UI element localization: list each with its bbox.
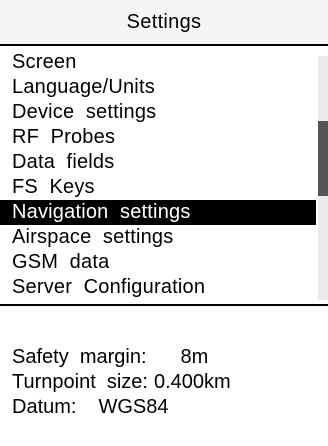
datum-row: Datum: WGS84 <box>12 395 231 420</box>
menu-item-airspace-settings[interactable]: Airspace settings <box>0 225 316 250</box>
settings-menu: Screen Language/Units Device settings RF… <box>0 50 316 302</box>
menu-item-rf-probes[interactable]: RF Probes <box>0 125 316 150</box>
title-bar: Settings <box>0 0 328 46</box>
datum-label: Datum: <box>12 396 77 418</box>
datum-value: WGS84 <box>98 396 169 418</box>
menu-item-navigation-settings[interactable]: Navigation settings <box>0 200 316 225</box>
page-title: Settings <box>126 11 202 33</box>
turnpoint-size-value: 0.400km <box>154 371 231 393</box>
scrollbar-thumb[interactable] <box>318 121 328 196</box>
menu-item-language-units[interactable]: Language/Units <box>0 75 316 100</box>
safety-margin-value: 8m <box>180 346 209 368</box>
turnpoint-size-label: Turnpoint size: <box>12 371 148 393</box>
menu-item-gsm-data[interactable]: GSM data <box>0 250 316 275</box>
menu-item-screen[interactable]: Screen <box>0 50 316 75</box>
safety-margin-row: Safety margin: 8m <box>12 345 231 370</box>
menu-item-device-settings[interactable]: Device settings <box>0 100 316 125</box>
menu-item-data-fields[interactable]: Data fields <box>0 150 316 175</box>
menu-item-server-configuration[interactable]: Server Configuration <box>0 275 316 300</box>
menu-item-fs-keys[interactable]: FS Keys <box>0 175 316 200</box>
info-panel: Safety margin: 8m Turnpoint size: 0.400km … <box>12 345 231 420</box>
turnpoint-size-row: Turnpoint size: 0.400km <box>12 370 231 395</box>
safety-margin-label: Safety margin: <box>12 346 147 368</box>
divider <box>0 304 328 306</box>
menu-scrollbar[interactable] <box>318 56 328 300</box>
